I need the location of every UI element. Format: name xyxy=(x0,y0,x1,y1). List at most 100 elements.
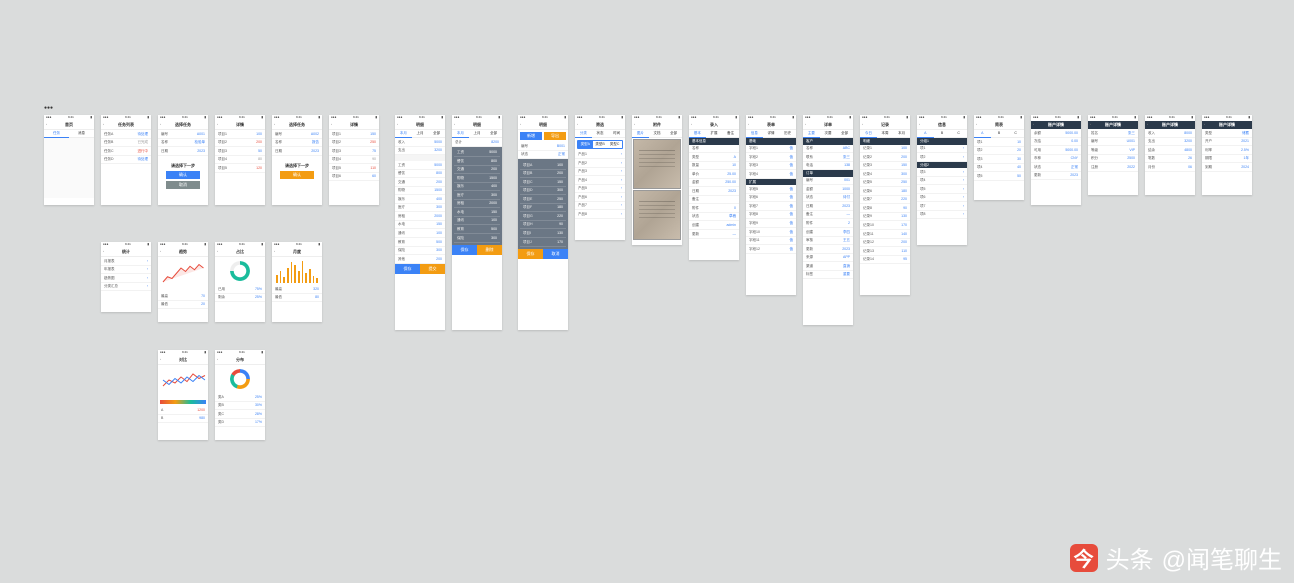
back-icon[interactable]: ‹ xyxy=(397,123,398,127)
list-row[interactable]: 教育500 xyxy=(395,238,445,247)
pill[interactable]: 类型B xyxy=(593,141,608,148)
list-row[interactable]: 备注— xyxy=(803,211,853,220)
list-row[interactable]: 记录11140 xyxy=(860,230,910,239)
tab[interactable]: B xyxy=(934,130,951,138)
list-row[interactable]: 更新2023 xyxy=(803,245,853,254)
list-row[interactable]: 渠道直销 xyxy=(803,262,853,271)
back-icon[interactable]: ‹ xyxy=(160,123,161,127)
list-row[interactable]: 任务A待处理 xyxy=(101,130,151,139)
tab[interactable]: 今日 xyxy=(860,130,877,138)
tab[interactable]: C xyxy=(950,130,967,138)
back-icon[interactable]: ‹ xyxy=(805,123,806,127)
list-row[interactable]: 记录12200 xyxy=(860,239,910,248)
list-row[interactable]: 娱乐400 xyxy=(454,183,500,192)
list-row[interactable]: 项目G220 xyxy=(520,212,566,221)
tab[interactable]: 上月 xyxy=(412,130,429,138)
list-row[interactable]: 记录3150 xyxy=(860,162,910,171)
list-row[interactable]: 字段5值 xyxy=(746,185,796,194)
list-row[interactable]: 记录13110 xyxy=(860,247,910,256)
list-row[interactable]: 字段1值 xyxy=(746,145,796,154)
list-row[interactable]: 余额5000.00 xyxy=(1031,129,1081,138)
list-row[interactable]: 项220 xyxy=(974,147,1024,156)
footer-button[interactable]: 保存 xyxy=(395,264,420,274)
list-row[interactable]: A1200 xyxy=(158,406,208,415)
list-row[interactable]: 记录1100 xyxy=(860,145,910,154)
list-row[interactable]: 日期2023 xyxy=(689,187,739,196)
list-row[interactable]: 购物1500 xyxy=(454,174,500,183)
back-icon[interactable]: ‹ xyxy=(976,123,977,127)
list-row[interactable]: 购物1500 xyxy=(395,187,445,196)
list-row[interactable]: 字段6值 xyxy=(746,194,796,203)
back-icon[interactable]: ‹ xyxy=(919,123,920,127)
list-row[interactable]: 任务C进行中 xyxy=(101,147,151,156)
back-icon[interactable]: ‹ xyxy=(1147,123,1148,127)
list-row[interactable]: 教育500 xyxy=(454,225,500,234)
tab[interactable]: 上月 xyxy=(469,130,486,138)
list-row[interactable]: 项1› xyxy=(917,145,967,154)
list-row[interactable]: 水电150 xyxy=(395,221,445,230)
list-row[interactable]: 项目C150 xyxy=(520,178,566,187)
footer-button[interactable]: 保存 xyxy=(452,245,477,255)
list-row[interactable]: 类型储蓄 xyxy=(1202,129,1252,138)
back-icon[interactable]: ‹ xyxy=(217,250,218,254)
list-row[interactable]: 产品6› xyxy=(575,193,625,202)
list-row[interactable]: 联系张三 xyxy=(803,153,853,162)
list-row[interactable]: 名称ABC xyxy=(803,145,853,154)
list-row[interactable]: 娱乐400 xyxy=(395,195,445,204)
list-row[interactable]: 结余4800 xyxy=(1145,146,1195,155)
list-row[interactable]: 姓名张三 xyxy=(1088,129,1138,138)
list-row[interactable]: 项3› xyxy=(917,168,967,177)
list-row[interactable]: 编号001 xyxy=(803,177,853,186)
list-row[interactable]: 最低80 xyxy=(272,294,322,303)
list-row[interactable]: B980 xyxy=(158,415,208,424)
list-row[interactable]: 水电150 xyxy=(454,208,500,217)
tab[interactable]: 文档 xyxy=(649,130,666,138)
tab[interactable]: 状态 xyxy=(592,130,609,138)
tab[interactable]: 详情 xyxy=(763,130,780,138)
list-row[interactable]: 项目B200 xyxy=(520,170,566,179)
list-row[interactable]: 工资5000 xyxy=(395,161,445,170)
list-row[interactable]: 字段3值 xyxy=(746,162,796,171)
list-row[interactable]: 编号A001 xyxy=(158,130,208,139)
list-row[interactable]: 产品3› xyxy=(575,168,625,177)
list-row[interactable]: 名称报告 xyxy=(272,139,322,148)
tab[interactable]: 本月 xyxy=(893,130,910,138)
list-row[interactable]: 编号U001 xyxy=(1088,138,1138,147)
back-icon[interactable]: ‹ xyxy=(103,123,104,127)
tab[interactable]: 次要 xyxy=(820,130,837,138)
modal-button[interactable]: 取消 xyxy=(166,181,200,189)
back-icon[interactable]: ‹ xyxy=(160,250,161,254)
list-row[interactable]: 笔数26 xyxy=(1145,155,1195,164)
tab[interactable]: 基本 xyxy=(689,130,706,138)
list-row[interactable]: 项550 xyxy=(974,172,1024,181)
list-row[interactable]: 项目490 xyxy=(329,156,379,165)
back-icon[interactable]: ‹ xyxy=(103,250,104,254)
list-row[interactable]: 总计8200 xyxy=(452,138,502,147)
list-row[interactable]: 类A25% xyxy=(215,393,265,402)
action-button[interactable]: 新增 xyxy=(520,132,542,140)
back-icon[interactable]: ‹ xyxy=(520,123,521,127)
footer-button[interactable]: 保存 xyxy=(518,249,543,259)
back-icon[interactable]: ‹ xyxy=(691,123,692,127)
list-row[interactable]: 项110 xyxy=(974,138,1024,147)
list-row[interactable]: 最高320 xyxy=(272,285,322,294)
list-row[interactable]: 项目D300 xyxy=(520,187,566,196)
list-row[interactable]: 项目2250 xyxy=(329,139,379,148)
list-row[interactable]: 状态草稿 xyxy=(689,213,739,222)
list-row[interactable]: 电话138 xyxy=(803,162,853,171)
list-row[interactable]: 金额1000 xyxy=(803,185,853,194)
list-row[interactable]: 记录2200 xyxy=(860,153,910,162)
list-row[interactable]: 任务B已完成 xyxy=(101,139,151,148)
tab[interactable]: 历史 xyxy=(779,130,796,138)
list-row[interactable]: 保险300 xyxy=(395,247,445,256)
list-row[interactable]: 记录5250 xyxy=(860,179,910,188)
back-icon[interactable]: ‹ xyxy=(217,358,218,362)
list-row[interactable]: 日期2023 xyxy=(158,147,208,156)
list-row[interactable]: 产品5› xyxy=(575,185,625,194)
footer-button[interactable]: 删除 xyxy=(477,245,502,255)
list-row[interactable]: 字段8值 xyxy=(746,211,796,220)
list-row[interactable]: 交通200 xyxy=(454,166,500,175)
list-row[interactable]: 项6› xyxy=(917,194,967,203)
list-row[interactable]: 房租2000 xyxy=(395,212,445,221)
list-row[interactable]: 审核王五 xyxy=(803,237,853,246)
